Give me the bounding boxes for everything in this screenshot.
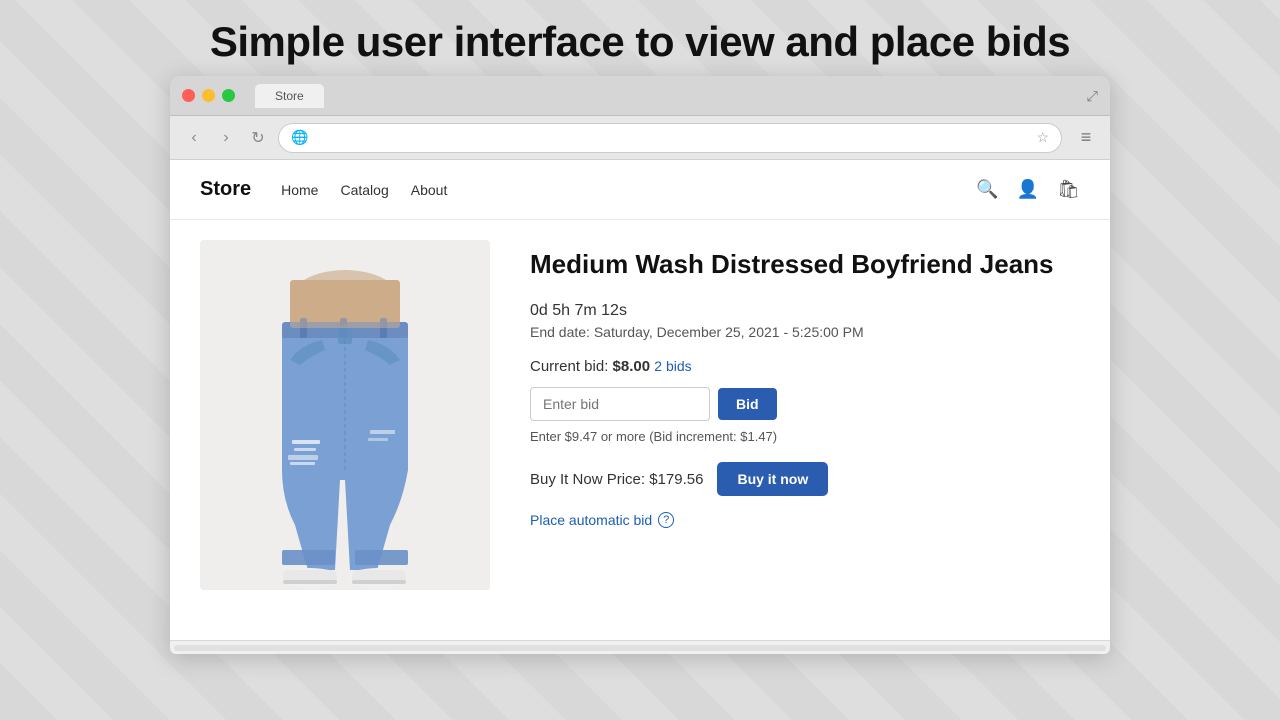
expand-icon[interactable]: ⤢ [1087, 87, 1098, 104]
store-page: Store Home Catalog About 🔍 👤 🛍 [170, 160, 1110, 640]
nav-right-icons: 🔍 👤 🛍 [976, 179, 1080, 200]
browser-tabs: Store [255, 84, 324, 108]
store-logo: Store [200, 178, 251, 201]
help-icon[interactable]: ? [658, 512, 674, 528]
minimize-button[interactable] [202, 89, 215, 102]
auto-bid-row: Place automatic bid ? [530, 512, 1080, 528]
back-button[interactable]: ‹ [182, 126, 206, 150]
browser-toolbar: ‹ › ↻ 🌐 ☆ ≡ [170, 116, 1110, 160]
page-headline: Simple user interface to view and place … [0, 18, 1280, 66]
bid-hint: Enter $9.47 or more (Bid increment: $1.4… [530, 429, 1080, 444]
product-info: Medium Wash Distressed Boyfriend Jeans 0… [530, 240, 1080, 528]
end-date-label: End date: [530, 324, 590, 340]
buy-now-price-value: $179.56 [649, 471, 703, 488]
browser-scrollbar [170, 640, 1110, 654]
current-bid: Current bid: $8.00 2 bids [530, 358, 1080, 375]
store-navbar: Store Home Catalog About 🔍 👤 🛍 [170, 160, 1110, 220]
bid-row: Bid [530, 387, 1080, 421]
forward-button[interactable]: › [214, 126, 238, 150]
buy-now-label: Buy It Now Price: $179.56 [530, 471, 703, 488]
scrollbar-track[interactable] [174, 645, 1106, 651]
cart-icon[interactable]: 🛍 [1057, 179, 1080, 200]
product-image [200, 240, 490, 590]
close-button[interactable] [182, 89, 195, 102]
buy-now-button[interactable]: Buy it now [717, 462, 828, 496]
bids-count-link[interactable]: 2 bids [654, 358, 691, 374]
end-date-value: Saturday, December 25, 2021 - 5:25:00 PM [594, 324, 864, 340]
account-icon[interactable]: 👤 [1017, 179, 1039, 200]
bookmark-icon[interactable]: ☆ [1036, 129, 1049, 146]
browser-titlebar: Store ⤢ [170, 76, 1110, 116]
nav-links: Home Catalog About [281, 182, 447, 198]
current-bid-label: Current bid: [530, 358, 608, 375]
address-bar[interactable]: 🌐 ☆ [278, 123, 1062, 153]
nav-link-about[interactable]: About [411, 182, 448, 198]
current-bid-amount: $8.00 [613, 358, 651, 375]
jeans-visual [200, 240, 490, 590]
maximize-button[interactable] [222, 89, 235, 102]
bid-input[interactable] [530, 387, 710, 421]
browser-window: Store ⤢ ‹ › ↻ 🌐 ☆ ≡ Store Home Catalog A… [170, 76, 1110, 654]
nav-link-catalog[interactable]: Catalog [340, 182, 388, 198]
nav-link-home[interactable]: Home [281, 182, 318, 198]
reload-button[interactable]: ↻ [246, 126, 270, 150]
product-title: Medium Wash Distressed Boyfriend Jeans [530, 248, 1080, 282]
search-icon[interactable]: 🔍 [976, 179, 998, 200]
end-date: End date: Saturday, December 25, 2021 - … [530, 324, 1080, 340]
auction-timer: 0d 5h 7m 12s [530, 302, 1080, 320]
traffic-lights [182, 89, 235, 102]
buy-now-row: Buy It Now Price: $179.56 Buy it now [530, 462, 1080, 496]
globe-icon: 🌐 [291, 129, 308, 146]
browser-menu-button[interactable]: ≡ [1074, 126, 1098, 150]
bid-button[interactable]: Bid [718, 388, 777, 420]
auto-bid-link[interactable]: Place automatic bid [530, 512, 652, 528]
product-area: Medium Wash Distressed Boyfriend Jeans 0… [170, 220, 1110, 620]
active-tab[interactable]: Store [255, 84, 324, 108]
